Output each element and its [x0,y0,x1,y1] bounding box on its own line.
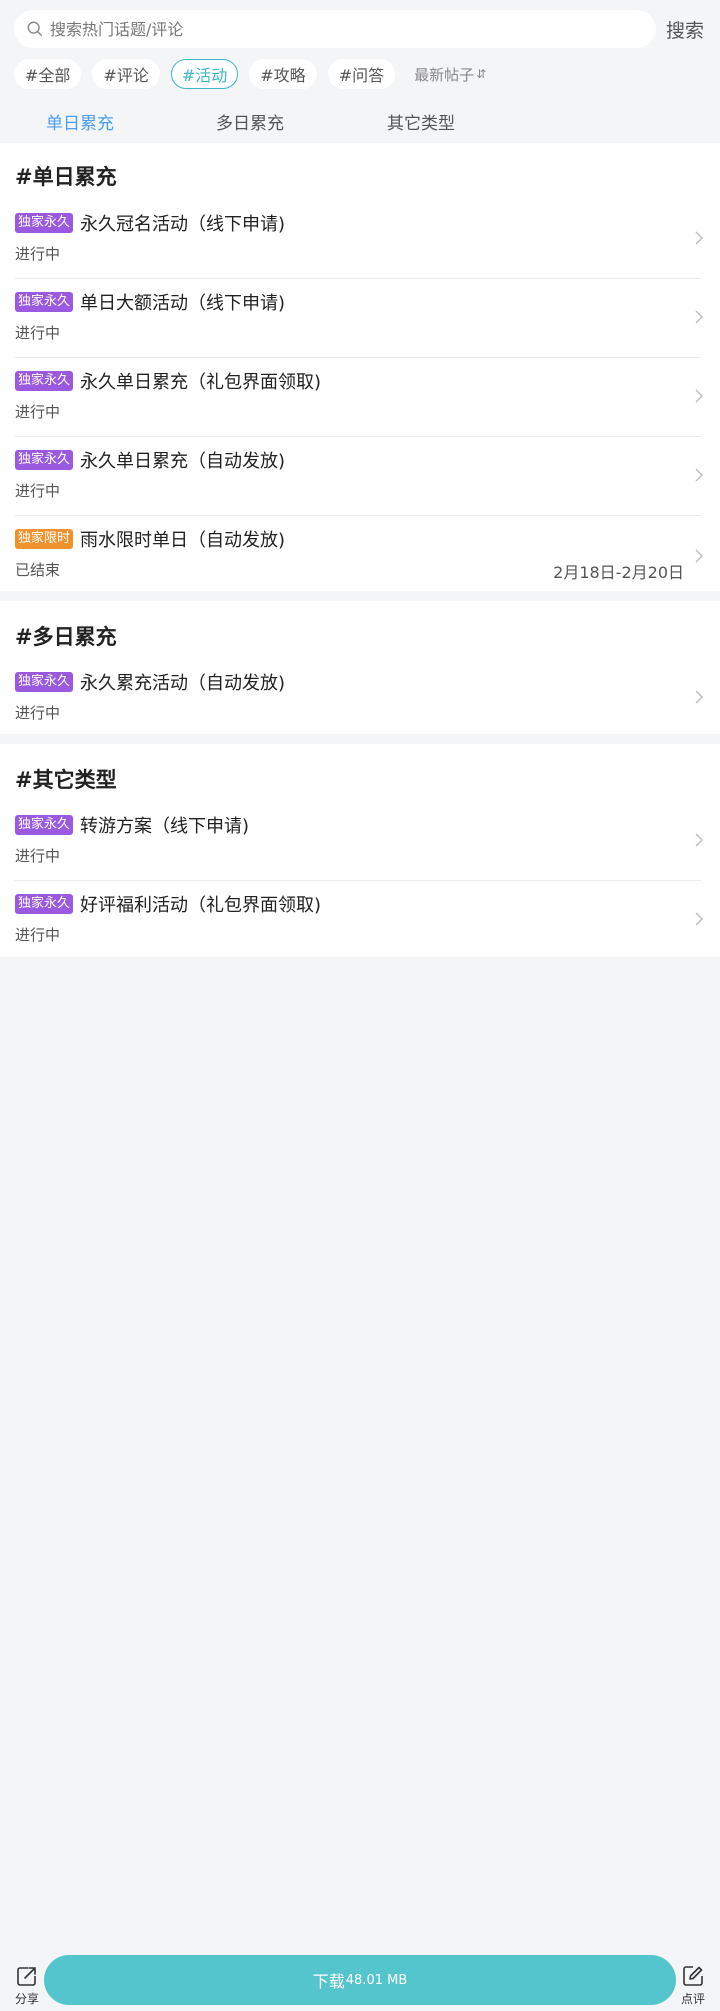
status-badge: 独家永久 [15,371,74,391]
download-button[interactable]: 下载 48.01 MB [44,1955,676,2005]
item-status: 进行中 [15,245,61,263]
tag-filter-row: #全部 #评论 #活动 #攻略 #问答 最新帖子 ⇵ [14,58,486,90]
tag-guide[interactable]: #攻略 [249,59,317,89]
item-title: 单日大额活动（线下申请) [80,293,286,314]
sort-arrows-icon: ⇵ [476,67,487,81]
tag-activity[interactable]: #活动 [170,59,239,89]
chevron-right-icon [695,549,703,563]
status-badge: 独家永久 [15,450,74,470]
list-item[interactable]: 独家永久 好评福利活动（礼包界面领取) 进行中 [0,881,720,957]
item-title: 永久单日累充（自动发放) [80,451,286,472]
category-tabs: 单日累充 多日累充 其它类型 [0,100,720,142]
status-badge: 独家永久 [15,815,74,835]
item-status: 进行中 [15,403,61,421]
item-title: 永久单日累充（礼包界面领取) [80,372,322,393]
list-item[interactable]: 独家永久 永久冠名活动（线下申请) 进行中 [0,200,720,279]
item-status: 进行中 [15,324,61,342]
item-title: 永久冠名活动（线下申请) [80,214,286,235]
status-badge: 独家限时 [15,529,74,549]
status-badge: 独家永久 [15,213,74,233]
section-multi-day: #多日累充 独家永久 永久累充活动（自动发放) 进行中 [0,601,720,734]
status-badge: 独家永久 [15,292,74,312]
sort-dropdown[interactable]: 最新帖子 ⇵ [414,64,486,85]
chevron-right-icon [695,389,703,403]
share-button[interactable]: 分享 [12,1964,42,2007]
section-title: #单日累充 [15,165,117,189]
list-item[interactable]: 独家永久 单日大额活动（线下申请) 进行中 [0,279,720,358]
item-status: 进行中 [15,482,61,500]
review-label: 点评 [680,1992,705,2006]
search-box[interactable] [14,10,656,48]
item-title: 好评福利活动（礼包界面领取) [80,895,322,916]
chevron-right-icon [695,833,703,847]
chevron-right-icon [695,690,703,704]
list-item[interactable]: 独家永久 永久单日累充（自动发放) 进行中 [0,437,720,516]
status-badge: 独家永久 [15,672,74,692]
share-icon [17,1967,36,1986]
tab-other[interactable]: 其它类型 [387,109,455,134]
chevron-right-icon [695,310,703,324]
item-title: 转游方案（线下申请) [80,816,250,837]
tag-all[interactable]: #全部 [14,59,82,89]
item-status: 进行中 [15,926,61,944]
search-icon [27,21,43,37]
section-title: #多日累充 [15,625,117,649]
tab-single-day[interactable]: 单日累充 [46,109,114,134]
item-title: 雨水限时单日（自动发放) [80,530,286,551]
search-input[interactable] [50,19,630,39]
section-single-day: #单日累充 独家永久 永久冠名活动（线下申请) 进行中 独家永久 单日大额活动（线下… [0,143,720,591]
tab-multi-day[interactable]: 多日累充 [216,109,284,134]
item-status: 进行中 [15,847,61,865]
sort-label: 最新帖子 [414,65,475,84]
list-item[interactable]: 独家永久 转游方案（线下申请) 进行中 [0,802,720,881]
bottom-action-bar: 分享 下载 48.01 MB 点评 [0,1952,720,2011]
item-status: 进行中 [15,704,61,722]
download-label: 下载 [312,1972,345,1991]
item-status: 已结束 [15,561,61,579]
item-title: 永久累充活动（自动发放) [80,673,286,694]
list-item[interactable]: 独家永久 永久单日累充（礼包界面领取) 进行中 [0,358,720,437]
download-size: 48.01 MB [345,1972,408,1988]
chevron-right-icon [695,468,703,482]
search-button[interactable]: 搜索 [666,16,704,43]
page: 搜索 #全部 #评论 #活动 #攻略 #问答 最新帖子 ⇵ 单日累充 多日累充 … [0,0,720,2011]
status-badge: 独家永久 [15,894,74,914]
share-label: 分享 [14,1992,39,2006]
edit-icon [683,1966,703,1986]
chevron-right-icon [695,912,703,926]
list-item[interactable]: 独家永久 永久累充活动（自动发放) 进行中 [0,659,720,734]
tag-qa[interactable]: #问答 [327,59,396,89]
section-other: #其它类型 独家永久 转游方案（线下申请) 进行中 独家永久 好评福利活动（礼包界面… [0,744,720,957]
tag-review[interactable]: #评论 [92,59,160,89]
item-date-range: 2月18日-2月20日 [553,563,684,582]
search-row: 搜索 [0,0,720,58]
chevron-right-icon [695,231,703,245]
review-button[interactable]: 点评 [678,1964,708,2007]
section-title: #其它类型 [15,768,117,792]
list-item[interactable]: 独家限时 雨水限时单日（自动发放) 已结束 2月18日-2月20日 [0,516,720,591]
